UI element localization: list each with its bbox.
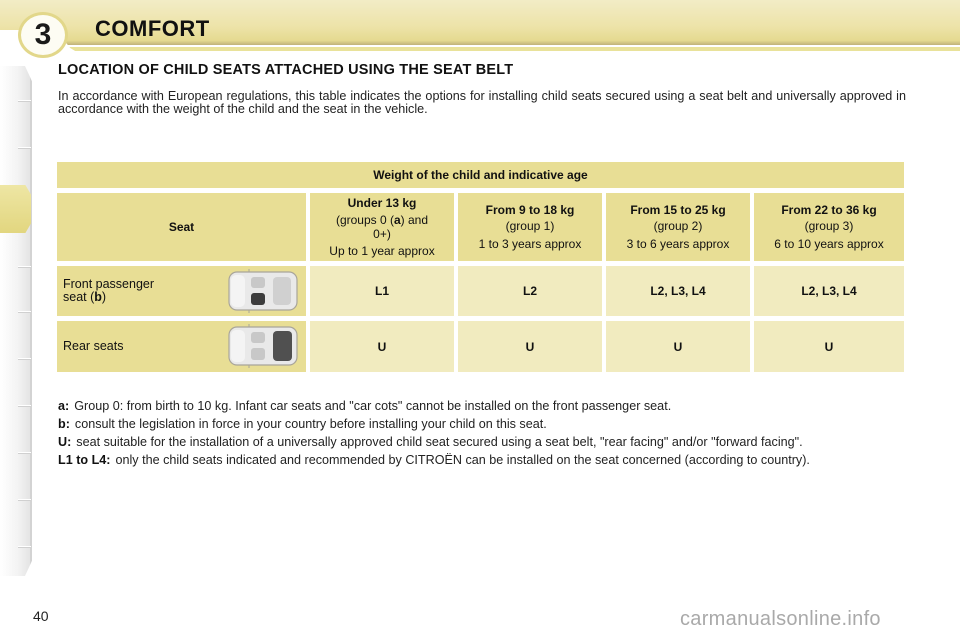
footnote-text: Group 0: from birth to 10 kg. Infant car… xyxy=(74,399,672,413)
footnote-u: U: seat suitable for the installation of… xyxy=(58,436,906,449)
column-group: (group 3) xyxy=(804,219,854,233)
footnote-key: a: xyxy=(58,399,70,413)
column-group: (group 2) xyxy=(653,219,703,233)
car-front-passenger-seat-icon xyxy=(228,269,298,313)
car-rear-seats-icon xyxy=(228,324,298,368)
cell-rear-under-13kg: U xyxy=(310,321,454,372)
cell-front-group-1: L2 xyxy=(458,266,602,316)
footnote-text: consult the legislation in force in your… xyxy=(74,417,547,431)
column-age: 3 to 6 years approx xyxy=(626,237,730,251)
weight-header: Weight of the child and indicative age xyxy=(57,162,904,188)
column-weight: Under 13 kg xyxy=(347,196,417,210)
section-title: LOCATION OF CHILD SEATS ATTACHED USING T… xyxy=(58,62,514,78)
seat-header-label: Seat xyxy=(168,220,195,234)
seat-header: Seat xyxy=(57,193,306,261)
column-group: (groups 0 (a) and 0+) xyxy=(327,213,437,241)
chapter-title: COMFORT xyxy=(95,16,210,41)
intro-paragraph: In accordance with European regulations,… xyxy=(58,89,906,116)
cell-front-group-2: L2, L3, L4 xyxy=(606,266,750,316)
column-header-under-13kg: Under 13 kg (groups 0 (a) and 0+) Up to … xyxy=(310,193,454,261)
group-text: (groups 0 ( xyxy=(335,213,394,227)
tab-divider xyxy=(18,499,31,500)
row-label-text: Front passenger seat (b) xyxy=(63,277,155,304)
footnote-key: b: xyxy=(58,417,70,431)
tab-divider xyxy=(18,100,31,101)
cell-front-under-13kg: L1 xyxy=(310,266,454,316)
header-divider xyxy=(60,47,960,51)
cell-rear-group-3: U xyxy=(754,321,904,372)
footnote-l1-l4: L1 to L4: only the child seats indicated… xyxy=(58,454,906,467)
chapter-tab-rail xyxy=(0,66,32,576)
column-weight: From 22 to 36 kg xyxy=(781,203,877,217)
cell-rear-group-1: U xyxy=(458,321,602,372)
column-weight: From 9 to 18 kg xyxy=(485,203,575,217)
tab-divider xyxy=(18,266,31,267)
tab-divider xyxy=(18,546,31,547)
footnote-key: L1 to L4: xyxy=(58,453,111,467)
cell-rear-group-2: U xyxy=(606,321,750,372)
cell-front-group-3: L2, L3, L4 xyxy=(754,266,904,316)
column-group: (group 1) xyxy=(505,219,555,233)
footnote-b: b: consult the legislation in force in y… xyxy=(58,418,906,431)
footnotes: a: Group 0: from birth to 10 kg. Infant … xyxy=(58,400,906,472)
column-age: Up to 1 year approx xyxy=(329,244,435,258)
column-header-group-1: From 9 to 18 kg (group 1) 1 to 3 years a… xyxy=(458,193,602,261)
tab-divider xyxy=(18,311,31,312)
column-header-group-2: From 15 to 25 kg (group 2) 3 to 6 years … xyxy=(606,193,750,261)
tab-divider xyxy=(18,147,31,148)
page-number: 40 xyxy=(33,608,49,624)
column-weight: From 15 to 25 kg xyxy=(630,203,726,217)
seat-note-ref: b xyxy=(94,290,102,304)
group-note-ref: a xyxy=(393,213,401,227)
row-label-front-passenger: Front passenger seat (b) xyxy=(57,266,306,316)
row-label-text: Rear seats xyxy=(63,339,124,353)
chapter-number-badge: 3 xyxy=(18,12,68,58)
tab-divider xyxy=(18,358,31,359)
tab-divider xyxy=(18,452,31,453)
footnote-a: a: Group 0: from birth to 10 kg. Infant … xyxy=(58,400,906,413)
column-age: 6 to 10 years approx xyxy=(774,237,884,251)
tab-divider xyxy=(18,405,31,406)
footnote-text: only the child seats indicated and recom… xyxy=(115,453,810,467)
row-label-rear-seats: Rear seats xyxy=(57,321,306,372)
watermark: carmanualsonline.info xyxy=(680,608,881,630)
footnote-key: U: xyxy=(58,435,72,449)
column-age: 1 to 3 years approx xyxy=(478,237,582,251)
chapter-tab-active[interactable] xyxy=(0,185,31,233)
chapter-number: 3 xyxy=(34,18,52,51)
footnote-text: seat suitable for the installation of a … xyxy=(76,435,803,449)
column-header-group-3: From 22 to 36 kg (group 3) 6 to 10 years… xyxy=(754,193,904,261)
